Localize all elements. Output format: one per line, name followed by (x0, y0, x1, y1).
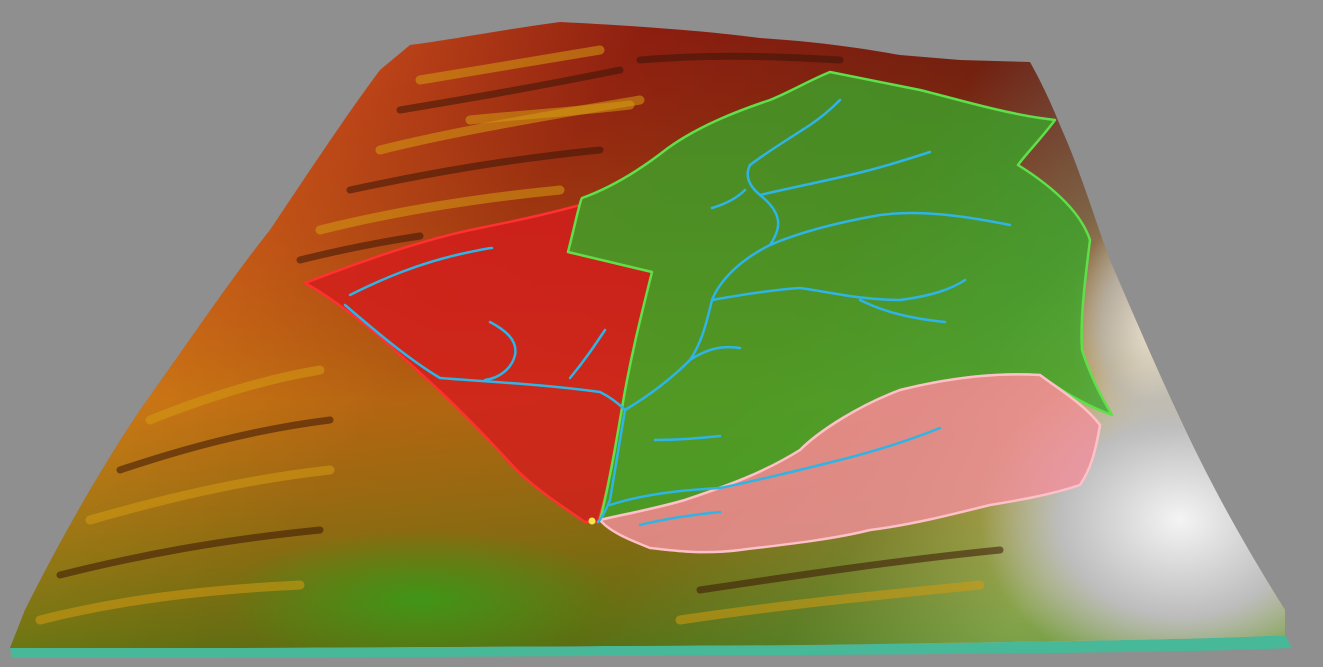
terrain-3d-scene[interactable] (0, 0, 1323, 667)
map-3d-viewport[interactable] (0, 0, 1323, 667)
outlet-point-icon[interactable] (588, 517, 596, 525)
